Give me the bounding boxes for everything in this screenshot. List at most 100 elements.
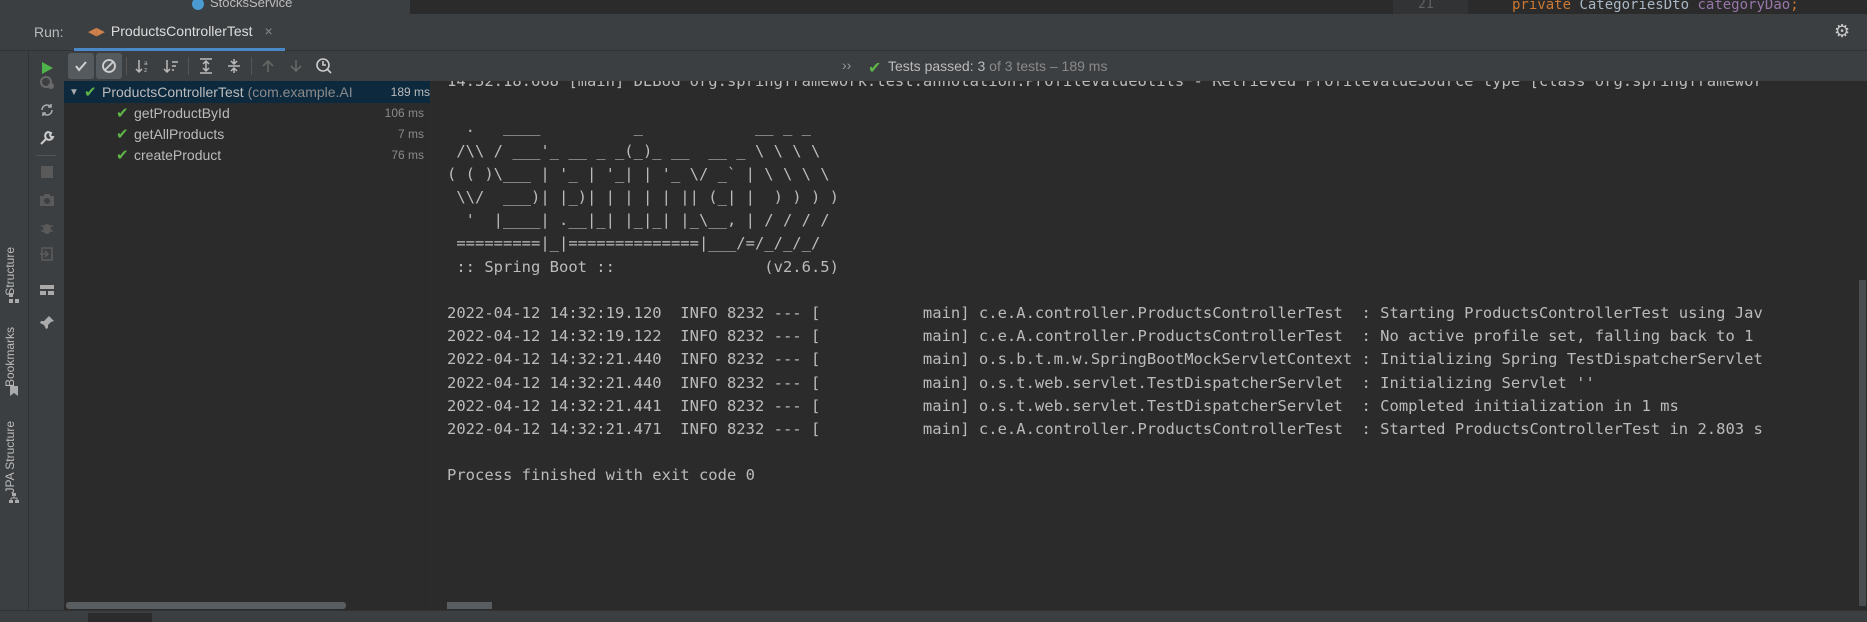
run-tool-window-header: Run: ◀▶ ProductsControllerTest × ⚙ [0, 14, 1867, 51]
console-line: \\/ ___)| |_)| | | | | || (_| | ) ) ) ) [447, 188, 839, 207]
toolbar-divider [188, 57, 189, 75]
test-history-button[interactable] [311, 53, 337, 79]
gear-icon[interactable]: ⚙ [1834, 21, 1850, 42]
previous-failed-button[interactable] [255, 53, 281, 79]
structure-tab[interactable]: Structure [3, 247, 17, 296]
sort-by-duration-button[interactable] [158, 53, 184, 79]
class-icon [192, 0, 204, 10]
console-line: . ____ _ __ _ _ [447, 118, 811, 137]
tree-node-label: getProductById [134, 105, 230, 121]
tree-node-duration: 189 ms [386, 85, 430, 99]
code-keyword: private [1512, 0, 1572, 13]
wrench-icon [40, 130, 55, 145]
sort-duration-icon [163, 60, 178, 74]
test-config-icon: ◀▶ [88, 25, 105, 38]
arrow-up-icon [262, 59, 274, 72]
console-line: ( ( )\___ | '_ | '_| | '_ \/ _` | \ \ \ … [447, 164, 830, 183]
show-passed-toggle[interactable] [68, 53, 94, 79]
toggle-auto-test-button[interactable] [34, 97, 60, 123]
tests-passed-summary: Tests passed: 3 of 3 tests – 189 ms [888, 58, 1108, 74]
auto-test-icon [41, 104, 53, 116]
editor-top-strip: StocksService 21 private CategoriesDto c… [0, 0, 1867, 14]
svg-text:a: a [144, 60, 148, 67]
exit-icon [40, 247, 53, 261]
project-item-stocks-service[interactable]: StocksService [192, 0, 292, 10]
console-line: 2022-04-12 14:32:21.441 INFO 8232 --- [ … [447, 396, 1679, 415]
pin-icon [40, 316, 54, 329]
console-line: 2022-04-12 14:32:19.122 INFO 8232 --- [ … [447, 327, 1754, 346]
passed-check-icon: ✔ [116, 105, 129, 122]
toolbar-divider [126, 57, 127, 75]
console-line: 2022-04-12 14:32:19.120 INFO 8232 --- [ … [447, 304, 1763, 323]
camera-icon [40, 194, 54, 206]
code-type: CategoriesDto [1579, 0, 1690, 13]
tree-node-package: (com.example.AI [247, 84, 353, 100]
jpa-icon [9, 493, 19, 503]
ignored-icon [102, 59, 116, 73]
settings-wrench-button[interactable] [34, 125, 60, 151]
jpa-structure-tab[interactable]: JPA Structure [3, 421, 17, 493]
stop-button[interactable] [34, 159, 60, 185]
tree-node-label: ProductsControllerTest [102, 84, 244, 100]
bug-icon [41, 224, 53, 234]
code-semicolon: ; [1790, 0, 1799, 13]
layout-icon [40, 285, 54, 295]
chevron-down-icon[interactable]: ▼ [66, 87, 82, 98]
tree-node-duration: 7 ms [397, 127, 424, 141]
run-actions-toolbar [29, 51, 64, 621]
tree-horizontal-scrollbar[interactable] [66, 602, 346, 609]
tree-node-duration: 76 ms [391, 148, 424, 162]
tree-node-get-product-by-id[interactable]: ✔ getProductById 106 ms [64, 102, 430, 124]
sort-alpha-icon: az [135, 60, 148, 74]
console-line: /\\ / ___'_ __ _ _(_)_ __ __ _ \ \ \ \ [447, 141, 821, 160]
layout-button[interactable] [34, 277, 60, 303]
passed-check-icon: ✔ [84, 84, 97, 101]
tree-node-label: createProduct [134, 147, 222, 163]
passed-check-icon: ✔ [116, 147, 129, 164]
test-status-bar: ›› ✔ Tests passed: 3 of 3 tests – 189 ms [430, 51, 1867, 81]
more-chevron-icon[interactable]: ›› [842, 57, 851, 73]
collapse-all-button[interactable] [221, 53, 247, 79]
passed-check-icon: ✔ [116, 126, 129, 143]
tab-label: ProductsControllerTest [110, 23, 253, 39]
svg-text:z: z [144, 67, 147, 74]
console-vertical-scrollbar[interactable] [1859, 280, 1866, 606]
console-line: ' |____| .__|_| |_|_| |_\__, | / / / / [447, 211, 830, 230]
debug-button[interactable] [34, 215, 60, 241]
project-panel-strip: StocksService [0, 0, 410, 14]
show-ignored-toggle[interactable] [96, 53, 122, 79]
left-tool-strip: Structure Bookmarks JPA Structure [0, 51, 29, 621]
next-failed-button[interactable] [283, 53, 309, 79]
bookmarks-tab[interactable]: Bookmarks [3, 327, 17, 387]
tree-node-products-controller-test[interactable]: ▼ ✔ ProductsControllerTest (com.example.… [64, 81, 430, 103]
tree-node-get-all-products[interactable]: ✔ getAllProducts 7 ms [64, 123, 430, 145]
check-icon [75, 61, 87, 72]
rerun-failed-icon [40, 76, 54, 89]
tab-products-controller-test[interactable]: ◀▶ ProductsControllerTest × [74, 14, 285, 51]
screenshot-button[interactable] [34, 187, 60, 213]
console-line: =========|_|==============|___/=/_/_/_/ [447, 234, 821, 253]
toolbar-divider [36, 155, 56, 156]
console-text: 14:32:18.668 [main] DEBUG org.springfram… [447, 81, 1763, 488]
bookmark-icon [10, 386, 18, 396]
console-output[interactable]: 14:32:18.668 [main] DEBUG org.springfram… [431, 81, 1867, 606]
expand-all-icon [200, 58, 212, 74]
line-number: 21 [1418, 0, 1434, 12]
arrow-down-icon [290, 60, 302, 73]
tree-node-create-product[interactable]: ✔ createProduct 76 ms [64, 144, 430, 166]
code-field: categoryDao [1697, 0, 1791, 13]
rerun-failed-button[interactable] [34, 69, 60, 95]
exit-button[interactable] [34, 241, 60, 267]
sort-alphabetically-button[interactable]: az [130, 53, 156, 79]
close-icon[interactable]: × [265, 23, 273, 39]
test-tree-toolbar: az [64, 51, 430, 81]
console-line: 14:32:18.668 [main] DEBUG org.springfram… [447, 81, 1763, 90]
toolbar-divider [251, 57, 252, 75]
collapse-all-icon [228, 59, 240, 73]
passed-check-icon: ✔ [868, 60, 882, 77]
code-line[interactable]: private CategoriesDto categoryDao; [1512, 0, 1799, 13]
clock-search-icon [316, 58, 332, 74]
console-horizontal-scrollbar[interactable] [447, 602, 492, 609]
expand-all-button[interactable] [193, 53, 219, 79]
pin-tab-button[interactable] [34, 310, 60, 336]
